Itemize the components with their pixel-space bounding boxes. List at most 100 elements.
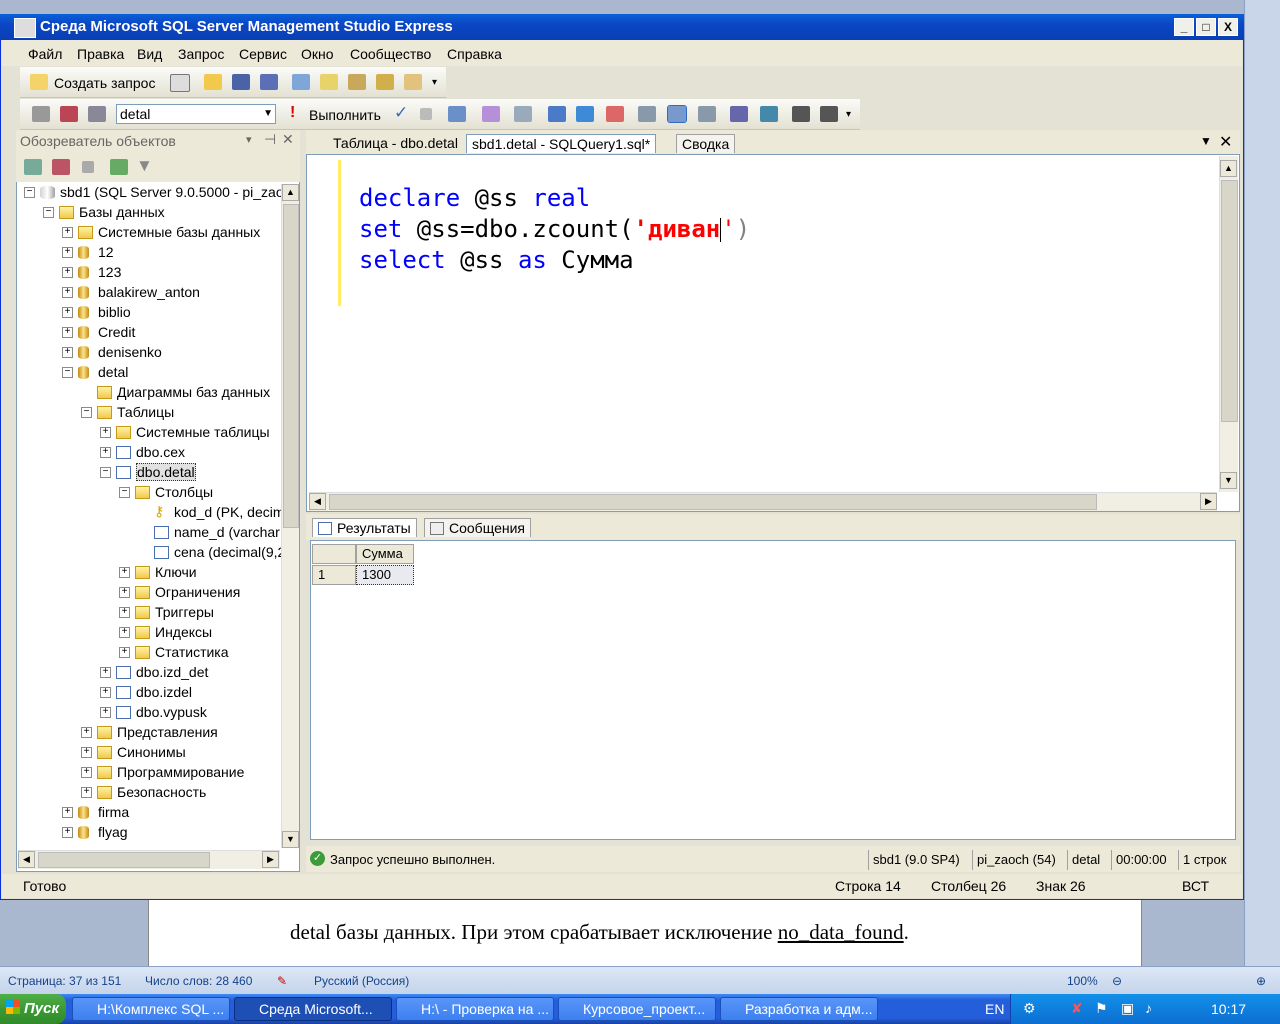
menu-view[interactable]: Вид [137,46,162,62]
decrease-indent-icon[interactable] [792,106,810,122]
filter-icon[interactable]: ▼ [136,156,153,176]
tree-vscrollbar[interactable]: ▲ ▼ [281,184,299,848]
collapse-icon[interactable]: − [100,467,111,478]
menu-query[interactable]: Запрос [178,46,224,62]
new-query-button[interactable]: Создать запрос [54,75,155,91]
scroll-thumb[interactable] [1221,180,1238,422]
expand-icon[interactable]: + [62,827,73,838]
scroll-thumb[interactable] [283,204,299,528]
expand-icon[interactable]: + [119,567,130,578]
close-icon[interactable]: ✕ [282,131,294,148]
scroll-down-icon[interactable]: ▼ [282,831,299,848]
results-to-text-icon[interactable] [606,106,624,122]
hscroll-thumb[interactable] [38,852,210,868]
menu-tools[interactable]: Сервис [239,46,287,62]
query-designer-icon[interactable] [482,106,500,122]
menu-edit[interactable]: Правка [77,46,124,62]
hscroll-thumb[interactable] [329,494,1097,510]
grid-row-number[interactable]: 1 [312,565,356,585]
expand-icon[interactable]: + [81,767,92,778]
panel-dropdown-icon[interactable]: ▾ [246,133,252,146]
new-file-icon[interactable] [170,74,190,92]
registered-servers-icon[interactable] [292,74,310,90]
results-to-grid-icon[interactable] [638,106,656,122]
expand-icon[interactable]: + [100,667,111,678]
results-to-file-icon[interactable] [667,105,687,123]
uncomment-icon[interactable] [760,106,778,122]
tab-results[interactable]: Результаты [312,518,417,537]
scroll-up-icon[interactable]: ▲ [282,184,299,201]
toolbox-icon[interactable] [404,74,422,90]
tab-summary[interactable]: Сводка [676,134,736,153]
execute-button[interactable]: Выполнить [309,107,381,123]
expand-icon[interactable]: + [119,607,130,618]
display-plan-icon[interactable] [448,106,466,122]
editor-vscrollbar[interactable]: ▲ ▼ [1219,156,1238,492]
change-connection-icon[interactable] [88,106,106,122]
toolbar-overflow-icon[interactable]: ▾ [846,109,851,120]
comment-icon[interactable] [730,106,748,122]
menu-window[interactable]: Окно [301,46,334,62]
connect-icon[interactable] [32,106,50,122]
network-icon[interactable]: ⚙ [1023,1000,1036,1017]
close-tab-icon[interactable]: ✕ [1219,132,1232,152]
expand-icon[interactable]: + [100,427,111,438]
menu-file[interactable]: Файл [28,46,62,62]
expand-icon[interactable]: + [62,227,73,238]
stop-icon[interactable] [82,161,94,173]
expand-icon[interactable]: + [81,787,92,798]
task-coursework[interactable]: Курсовое_проект... [558,997,716,1021]
new-query-icon[interactable] [30,74,48,90]
language-indicator[interactable]: EN [985,1001,1004,1017]
expand-icon[interactable]: + [119,627,130,638]
toolbar-overflow-icon[interactable]: ▾ [432,77,437,88]
editor-hscrollbar[interactable]: ◀ ▶ [309,492,1217,511]
expand-icon[interactable]: + [81,747,92,758]
scroll-down-icon[interactable]: ▼ [1220,472,1237,489]
minimize-button[interactable]: _ [1174,18,1194,36]
client-stats-icon[interactable] [576,106,594,122]
grid-cell-value[interactable]: 1300 [356,565,414,585]
tree-hscrollbar[interactable]: ◀ ▶ [18,850,280,869]
collapse-icon[interactable]: − [81,407,92,418]
expand-icon[interactable]: + [62,307,73,318]
pin-icon[interactable]: ⊣ [264,131,276,148]
parse-icon[interactable]: ✓ [394,103,408,123]
tab-list-icon[interactable]: ▼ [1200,134,1212,148]
refresh-icon[interactable] [110,159,128,175]
scroll-up-icon[interactable]: ▲ [1220,160,1237,177]
close-button[interactable]: X [1218,18,1238,36]
include-plan-icon[interactable] [548,106,566,122]
expand-icon[interactable]: + [119,587,130,598]
task-development[interactable]: Разработка и адм... [720,997,878,1021]
collapse-icon[interactable]: − [43,207,54,218]
word-zoom[interactable]: 100% [1067,974,1098,988]
expand-icon[interactable]: + [119,647,130,658]
database-select[interactable]: detal ▼ [116,104,276,124]
query-options-icon[interactable] [514,106,532,122]
expand-icon[interactable]: + [100,707,111,718]
tab-query[interactable]: sbd1.detal - SQLQuery1.sql* [466,134,657,153]
tab-messages[interactable]: Сообщения [424,518,531,537]
properties-icon[interactable] [376,74,394,90]
maximize-button[interactable]: □ [1196,18,1216,36]
cancel-query-icon[interactable] [420,108,432,120]
security-icon[interactable]: ✘ [1071,1000,1083,1017]
scroll-left-icon[interactable]: ◀ [309,493,326,510]
start-button[interactable]: Пуск [0,994,66,1024]
scroll-left-icon[interactable]: ◀ [18,851,35,868]
disconnect-explorer-icon[interactable] [52,159,70,175]
word-language[interactable]: Русский (Россия) [314,974,409,988]
task-check[interactable]: H:\ - Проверка на ... [396,997,554,1021]
expand-icon[interactable]: + [62,247,73,258]
title-bar[interactable]: Среда Microsoft SQL Server Management St… [0,14,1244,40]
collapse-icon[interactable]: − [24,187,35,198]
save-all-icon[interactable] [260,74,278,90]
connect-explorer-icon[interactable] [24,159,42,175]
expand-icon[interactable]: + [62,267,73,278]
monitor-icon[interactable]: ▣ [1121,1000,1134,1017]
expand-icon[interactable]: + [100,447,111,458]
execute-icon[interactable]: ! [290,104,295,122]
flag-icon[interactable]: ⚑ [1095,1000,1108,1017]
results-pane-icon[interactable] [698,106,716,122]
